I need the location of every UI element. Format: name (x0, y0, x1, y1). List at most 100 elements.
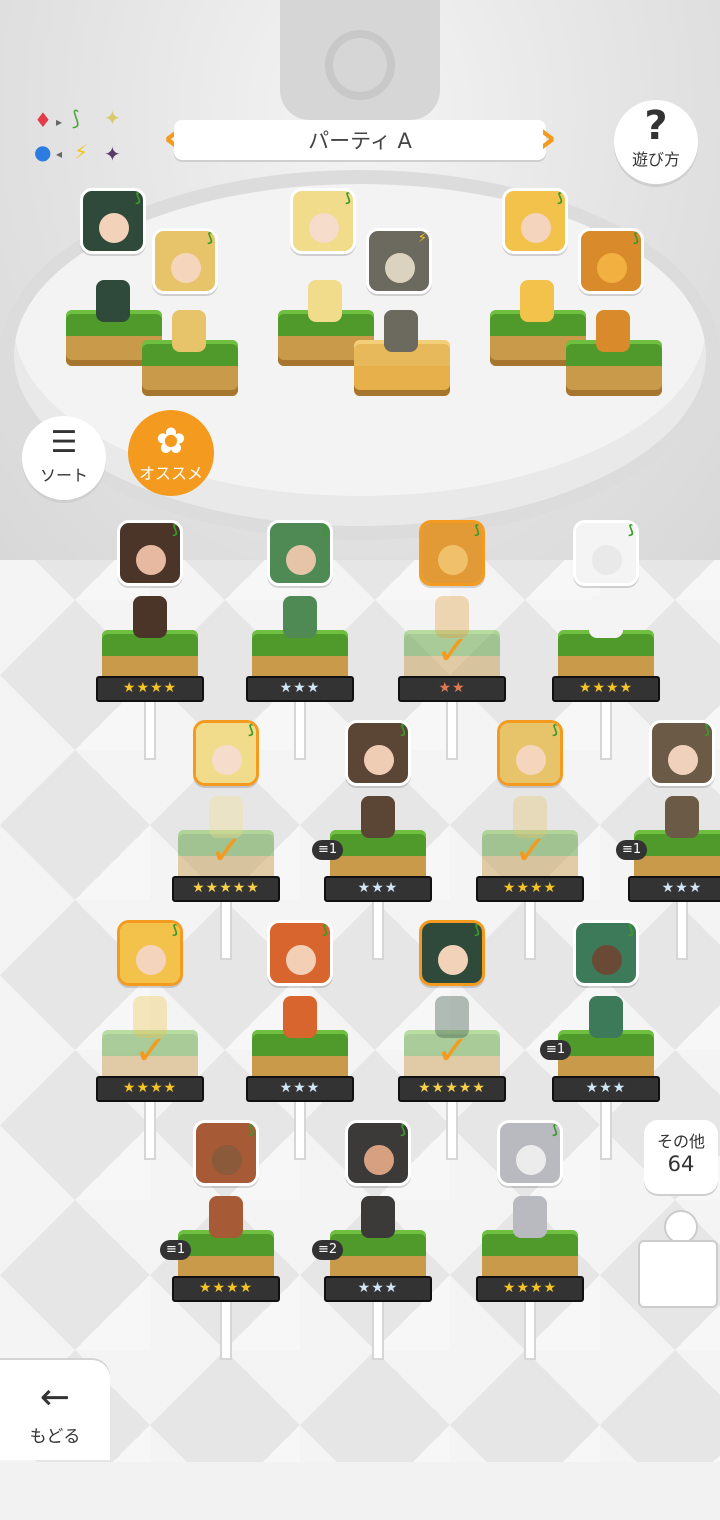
roster-connector (446, 700, 458, 760)
element-dark-icon: ✦ (104, 142, 121, 166)
portrait-face (516, 745, 546, 775)
character-portrait[interactable]: ⟆ (649, 720, 715, 786)
star-rating: ★★★★★ (172, 876, 280, 902)
portrait-face (171, 253, 201, 283)
leaf-icon: ⟆ (628, 923, 634, 938)
character-portrait[interactable]: ⟆ (345, 720, 411, 786)
party-portrait[interactable]: ⟆ (290, 188, 356, 254)
star-rating: ★★★ (324, 876, 432, 902)
portrait-face (364, 745, 394, 775)
party-portrait[interactable]: ⟆ (502, 188, 568, 254)
sort-button[interactable]: ☰ ソート (22, 416, 106, 500)
character-portrait[interactable]: ⟆ (573, 920, 639, 986)
element-thunder-icon: ⚡ (74, 140, 89, 164)
roster-connector (372, 1300, 384, 1360)
others-count-badge[interactable]: その他 64 (644, 1120, 718, 1194)
portrait-face (286, 545, 316, 575)
portrait-face (438, 945, 468, 975)
back-button[interactable]: ← もどる (0, 1360, 110, 1460)
character-portrait[interactable]: ⟆ (419, 920, 485, 986)
party-portrait[interactable]: ⟆ (80, 188, 146, 254)
character-sprite (361, 1196, 395, 1238)
character-portrait[interactable]: ⟆ (117, 520, 183, 586)
party-portrait[interactable]: ⟆ (152, 228, 218, 294)
leaf-icon: ⟆ (474, 923, 480, 938)
character-sprite (209, 1196, 243, 1238)
portrait-face (136, 945, 166, 975)
checkmark-icon: ✓ (436, 1028, 470, 1074)
element-water-icon: ● (34, 140, 52, 164)
party-members: ⟆ ⟆ ⟆ ⚡ ⟆ ⟆ (0, 180, 720, 440)
leaf-icon: ⟆ (322, 523, 328, 538)
checkmark-icon: ✓ (436, 628, 470, 674)
roster-connector (600, 1100, 612, 1160)
star-rating: ★★★ (246, 1076, 354, 1102)
level-badge: ≡1 (312, 840, 344, 860)
leaf-icon: ⟆ (704, 723, 710, 738)
roster-connector (676, 900, 688, 960)
star-rating: ★★★★ (96, 1076, 204, 1102)
portrait-face (99, 213, 129, 243)
others-placeholder-block[interactable] (634, 1210, 718, 1310)
portrait-face (521, 213, 551, 243)
party-portrait[interactable]: ⚡ (366, 228, 432, 294)
leaf-icon: ⟆ (248, 1123, 254, 1138)
sort-label: ソート (39, 466, 88, 485)
character-portrait[interactable]: ⟆ (267, 520, 333, 586)
portrait-face (516, 1145, 546, 1175)
character-portrait[interactable]: ⟆ (117, 920, 183, 986)
portrait-face (212, 745, 242, 775)
roster-connector (446, 1100, 458, 1160)
level-badge: ≡1 (616, 840, 648, 860)
block-side (142, 366, 238, 396)
character-portrait[interactable]: ⟆ (573, 520, 639, 586)
element-light-icon: ✦ (104, 106, 121, 130)
portrait-face (136, 545, 166, 575)
leaf-icon: ⟆ (345, 191, 351, 206)
character-portrait[interactable]: ⟆ (497, 720, 563, 786)
star-rating: ★★★ (324, 1276, 432, 1302)
roster-connector (144, 700, 156, 760)
level-badge: ≡1 (160, 1240, 192, 1260)
star-rating: ★★★★ (552, 676, 660, 702)
portrait-face (592, 545, 622, 575)
party-name-label: パーティ A (174, 120, 546, 160)
recommend-label: オススメ (138, 464, 203, 483)
character-portrait[interactable]: ⟆ (193, 720, 259, 786)
block-side (354, 366, 450, 396)
leaf-icon: ⟆ (557, 191, 563, 206)
star-rating: ★★★ (246, 676, 354, 702)
portrait-face (385, 253, 415, 283)
leaf-icon: ⟆ (400, 1123, 406, 1138)
star-rating: ★★★ (552, 1076, 660, 1102)
portrait-face (597, 253, 627, 283)
character-portrait[interactable]: ⟆ (497, 1120, 563, 1186)
character-sprite (172, 310, 206, 352)
roster-connector (372, 900, 384, 960)
element-wind-icon: ⟆ (72, 106, 80, 130)
star-rating: ★★★ (628, 876, 720, 902)
character-portrait[interactable]: ⟆ (419, 520, 485, 586)
leaf-icon: ⟆ (207, 231, 213, 246)
leaf-icon: ⟆ (322, 923, 328, 938)
character-portrait[interactable]: ⟆ (193, 1120, 259, 1186)
block-side (566, 366, 662, 396)
leaf-icon: ⟆ (135, 191, 141, 206)
lightning-icon: ⚡ (417, 231, 427, 246)
roster-connector (524, 900, 536, 960)
character-sprite (283, 996, 317, 1038)
star-rating: ★★★★★ (398, 1076, 506, 1102)
character-portrait[interactable]: ⟆ (345, 1120, 411, 1186)
leaf-icon: ⟆ (628, 523, 634, 538)
recommend-button[interactable]: ✿ オススメ (128, 410, 214, 496)
character-portrait[interactable]: ⟆ (267, 920, 333, 986)
party-portrait[interactable]: ⟆ (578, 228, 644, 294)
back-label: もどる (29, 1427, 81, 1447)
star-rating: ★★ (398, 676, 506, 702)
help-button[interactable]: ? 遊び方 (614, 100, 698, 184)
leaf-icon: ⟆ (552, 1123, 558, 1138)
character-sprite (361, 796, 395, 838)
chevron-right-icon[interactable]: › (536, 116, 560, 164)
portrait-face (592, 945, 622, 975)
roster-connector (220, 900, 232, 960)
